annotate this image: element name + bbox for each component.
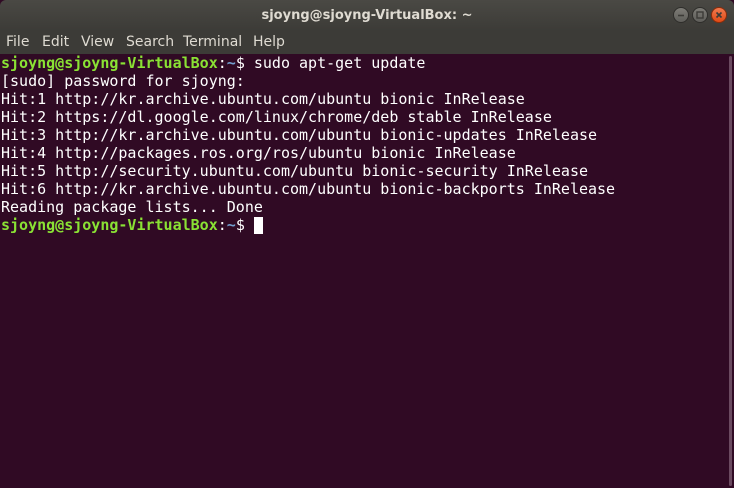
terminal-window: sjoyng@sjoyng-VirtualBox: ~ File Edit Vi…: [0, 0, 734, 488]
minimize-button[interactable]: [673, 7, 689, 23]
prompt-user-host: sjoyng@sjoyng-VirtualBox: [1, 54, 218, 72]
title-bar[interactable]: sjoyng@sjoyng-VirtualBox: ~: [0, 0, 734, 31]
output-line: Hit:4 http://packages.ros.org/ros/ubuntu…: [1, 144, 516, 162]
output-line: Hit:6 http://kr.archive.ubuntu.com/ubunt…: [1, 180, 616, 198]
minimize-icon: [678, 14, 684, 17]
text-cursor: [253, 217, 263, 234]
maximize-button[interactable]: [692, 7, 708, 23]
close-button[interactable]: [711, 7, 727, 23]
maximize-icon: [696, 11, 704, 19]
terminal-output-area[interactable]: sjoyng@sjoyng-VirtualBox:~$ sudo apt-get…: [0, 54, 726, 488]
menu-view[interactable]: View: [81, 31, 114, 54]
prompt-path: ~: [226, 54, 236, 72]
scrollbar[interactable]: [726, 54, 734, 488]
command-text: sudo apt-get update: [253, 54, 426, 72]
output-line: Hit:2 https://dl.google.com/linux/chrome…: [1, 108, 552, 126]
prompt-user-host: sjoyng@sjoyng-VirtualBox: [1, 216, 218, 234]
close-icon: [715, 11, 723, 19]
scrollbar-thumb[interactable]: [729, 56, 732, 486]
prompt-colon: :: [217, 216, 227, 234]
output-line: Reading package lists... Done: [1, 198, 263, 216]
prompt-path: ~: [226, 216, 236, 234]
menu-terminal[interactable]: Terminal: [183, 31, 242, 54]
output-line: [sudo] password for sjoyng:: [1, 72, 245, 90]
menu-bar: File Edit View Search Terminal Help: [0, 31, 734, 54]
window-title: sjoyng@sjoyng-VirtualBox: ~: [261, 8, 473, 23]
menu-help[interactable]: Help: [253, 31, 285, 54]
output-line: Hit:3 http://kr.archive.ubuntu.com/ubunt…: [1, 126, 598, 144]
current-prompt-line: sjoyng@sjoyng-VirtualBox:~$: [0, 216, 726, 234]
output-line: Hit:1 http://kr.archive.ubuntu.com/ubunt…: [1, 90, 525, 108]
menu-search[interactable]: Search: [126, 31, 174, 54]
menu-file[interactable]: File: [6, 31, 29, 54]
menu-edit[interactable]: Edit: [42, 31, 69, 54]
command-line: sjoyng@sjoyng-VirtualBox:~$ sudo apt-get…: [0, 54, 726, 72]
prompt-symbol: $: [235, 216, 254, 234]
output-line: Hit:5 http://security.ubuntu.com/ubuntu …: [1, 162, 588, 180]
prompt-symbol: $: [235, 54, 254, 72]
prompt-colon: :: [217, 54, 227, 72]
